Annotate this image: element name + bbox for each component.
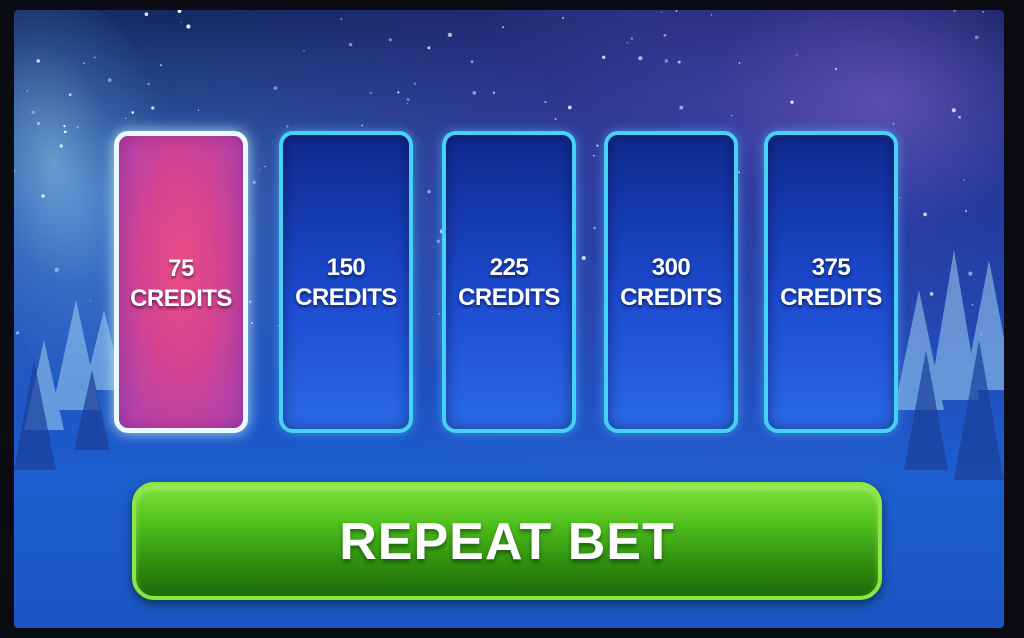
repeat-bet-button[interactable]: REPEAT BET (132, 482, 882, 600)
repeat-bet-label: REPEAT BET (339, 513, 675, 571)
bet-amount: 75 (168, 255, 194, 282)
bet-option-300-credits[interactable]: 300 CREDITS (604, 131, 738, 433)
bet-unit: CREDITS (295, 284, 397, 311)
bet-option-label: 225 CREDITS (446, 253, 572, 313)
bet-option-label: 300 CREDITS (608, 253, 734, 313)
bet-option-label: 150 CREDITS (283, 253, 409, 313)
bet-option-375-credits[interactable]: 375 CREDITS (764, 131, 898, 433)
bet-option-label: 375 CREDITS (768, 253, 894, 313)
bet-amount: 225 (489, 254, 529, 281)
bet-option-label: 75 CREDITS (119, 254, 243, 314)
bet-option-75-credits[interactable]: 75 CREDITS (114, 131, 248, 433)
bet-amount: 375 (811, 254, 851, 281)
bet-unit: CREDITS (620, 284, 722, 311)
bet-amount: 300 (651, 254, 691, 281)
game-screen: 75 CREDITS 150 CREDITS 225 CREDITS 300 C… (14, 10, 1004, 628)
bet-option-225-credits[interactable]: 225 CREDITS (442, 131, 576, 433)
device-bezel: 75 CREDITS 150 CREDITS 225 CREDITS 300 C… (0, 0, 1024, 638)
bet-amount: 150 (326, 254, 366, 281)
bet-unit: CREDITS (458, 284, 560, 311)
bet-option-150-credits[interactable]: 150 CREDITS (279, 131, 413, 433)
bet-unit: CREDITS (130, 285, 232, 312)
bet-unit: CREDITS (780, 284, 882, 311)
